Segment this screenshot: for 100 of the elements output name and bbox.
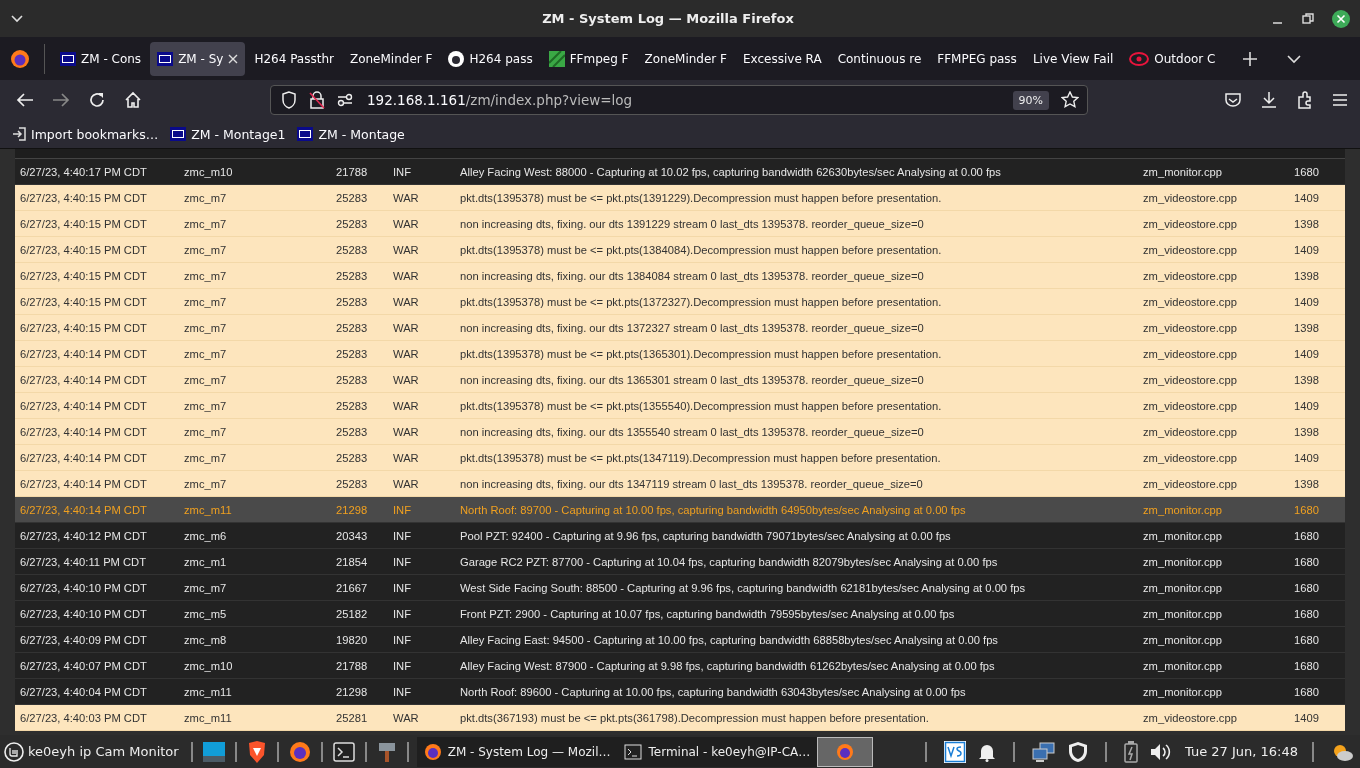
- permissions-icon[interactable]: [337, 93, 355, 107]
- component-cell-text: zmc_m8: [184, 633, 228, 646]
- browser-tab[interactable]: ZoneMinder F: [342, 41, 440, 76]
- shield-icon[interactable]: [1067, 740, 1088, 763]
- firefox-icon[interactable]: [288, 740, 311, 763]
- log-row[interactable]: 6/27/23, 4:40:14 PM CDT zmc_m7 25283 WAR pkt.dts(1395378) must be <= pkt.pts(1347119).Decompression must happen before presentation. zm_videostore.cpp 1409: [15, 445, 1345, 471]
- puzzle-icon[interactable]: [1296, 91, 1314, 109]
- terminal-icon[interactable]: [624, 743, 643, 760]
- back-icon[interactable]: [16, 92, 34, 108]
- shield-icon[interactable]: [281, 91, 297, 109]
- browser-tab[interactable]: Excessive RA: [736, 41, 829, 76]
- line-cell-text: 1680: [1294, 685, 1320, 698]
- star-icon[interactable]: [1061, 91, 1079, 109]
- file-cell-text: zm_videostore.cpp: [1143, 425, 1238, 438]
- log-row[interactable]: 6/27/23, 4:40:07 PM CDT zmc_m10 21788 INF Alley Facing West: 87900 - Capturing at 9.98 fps, capturing bandwidth 61262bytes/sec Analysing at 0.00 fps zm_monitor.cpp 1680: [15, 653, 1345, 679]
- taskbar-window-button[interactable]: ZM - System Log — Mozil…: [416, 736, 618, 767]
- zm-logo-icon[interactable]: [60, 51, 76, 66]
- browser-tab[interactable]: ZoneMinder F: [637, 41, 734, 76]
- log-row[interactable]: 6/27/23, 4:40:15 PM CDT zmc_m7 25283 WAR non increasing dts, fixing. our dts 1372327 stream 0 last_dts 1395378. reorder_queue_size=0 zm_videostore.cpp 1398: [15, 315, 1345, 341]
- browser-tab[interactable]: Continuous re: [830, 41, 929, 76]
- log-row[interactable]: 6/27/23, 4:40:12 PM CDT zmc_m6 20343 INF Pool PZT: 92400 - Capturing at 9.96 fps, capturing bandwidth 79071bytes/sec Analysing at 0.00 fps zm_monitor.cpp 1680: [15, 523, 1345, 549]
- firefox-icon[interactable]: [10, 48, 30, 69]
- browser-tab[interactable]: FFmpeg F: [541, 41, 636, 76]
- zm-logo-icon[interactable]: [170, 127, 187, 141]
- firefox-icon[interactable]: [836, 742, 855, 761]
- download-icon[interactable]: [1260, 91, 1278, 109]
- close-icon[interactable]: [1332, 9, 1350, 28]
- zm-logo-icon[interactable]: [157, 51, 174, 66]
- plus-icon[interactable]: [1242, 51, 1257, 66]
- restore-icon[interactable]: [1302, 12, 1314, 25]
- timestamp-cell-text: 6/27/23, 4:40:14 PM CDT: [19, 451, 148, 464]
- line-cell-text: 1409: [1294, 243, 1320, 256]
- pocket-icon[interactable]: [1224, 92, 1242, 108]
- start-menu-button[interactable]: ke0eyh ip Cam Monitor: [0, 741, 183, 762]
- menu-icon[interactable]: [1332, 93, 1348, 107]
- component-cell-text: zmc_m10: [184, 659, 234, 672]
- browser-tab[interactable]: Outdoor C: [1122, 41, 1223, 76]
- pid-cell-text: 25283: [336, 399, 369, 412]
- pid-cell-text: 25283: [336, 373, 369, 386]
- log-row[interactable]: 6/27/23, 4:40:09 PM CDT zmc_m8 19820 INF Alley Facing East: 94500 - Capturing at 10.00 fps, capturing bandwidth 68858bytes/sec Analysing at 0.00 fps zm_monitor.cpp 1680: [15, 627, 1345, 653]
- log-row[interactable]: 6/27/23, 4:40:14 PM CDT zmc_m11 21298 INF North Roof: 89700 - Capturing at 10.00 fps, capturing bandwidth 64950bytes/sec Analysing at 0.00 fps zm_monitor.cpp 1680: [15, 497, 1345, 523]
- chevron-down-icon[interactable]: [10, 13, 24, 24]
- browser-tab[interactable]: FFMPEG pass: [930, 41, 1024, 76]
- log-row[interactable]: 6/27/23, 4:40:10 PM CDT zmc_m7 21667 INF West Side Facing South: 88500 - Capturing at 9.96 fps, capturing bandwidth 62181bytes/sec Analysing at 0.00 fps zm_monitor.cpp 1680: [15, 575, 1345, 601]
- log-row[interactable]: 6/27/23, 4:40:15 PM CDT zmc_m7 25283 WAR pkt.dts(1395378) must be <= pkt.pts(1391229).Decompression must happen before presentation. zm_videostore.cpp 1409: [15, 185, 1345, 211]
- hammer-icon[interactable]: [376, 740, 397, 763]
- terminal-icon[interactable]: [332, 741, 355, 762]
- zm-logo-icon[interactable]: [297, 127, 314, 141]
- import-icon[interactable]: [12, 127, 26, 141]
- firefox-icon[interactable]: [423, 742, 442, 761]
- message-cell-text: Alley Facing West: 88000 - Capturing at 10.02 fps, capturing bandwidth 62630bytes/sec Analysing at 0.00 fps: [460, 165, 1002, 178]
- log-row[interactable]: 6/27/23, 4:40:04 PM CDT zmc_m11 21298 INF North Roof: 89600 - Capturing at 10.00 fps, capturing bandwidth 63043bytes/sec Analysing at 0.00 fps zm_monitor.cpp 1680: [15, 679, 1345, 705]
- taskbar-window-button[interactable]: [817, 736, 874, 767]
- browser-tab[interactable]: H264 Passthr: [247, 41, 341, 76]
- stripes-logo-icon[interactable]: [548, 50, 565, 67]
- file-cell-text: zm_videostore.cpp: [1143, 217, 1238, 230]
- log-row[interactable]: 6/27/23, 4:40:11 PM CDT zmc_m1 21854 INF Garage RC2 PZT: 87700 - Capturing at 10.04 fps, capturing bandwidth 82079bytes/sec Analysing at 0.00 fps zm_monitor.cpp 1680: [15, 549, 1345, 575]
- log-row[interactable]: 6/27/23, 4:40:15 PM CDT zmc_m7 25283 WAR non increasing dts, fixing. our dts 1384084 stream 0 last_dts 1395378. reorder_queue_size=0 zm_videostore.cpp 1398: [15, 263, 1345, 289]
- log-row[interactable]: 6/27/23, 4:40:14 PM CDT zmc_m7 25283 WAR pkt.dts(1395378) must be <= pkt.pts(1365301).Decompression must happen before presentation. zm_videostore.cpp 1409: [15, 341, 1345, 367]
- line-cell-text: 1409: [1294, 711, 1320, 724]
- file-cell-text: zm_monitor.cpp: [1143, 685, 1223, 698]
- chevron-down-icon[interactable]: [1286, 53, 1301, 64]
- forward-icon[interactable]: [52, 92, 70, 108]
- address-bar[interactable]: 192.168.1.161/zm/index.php?view=log 90%: [270, 85, 1088, 115]
- browser-tab[interactable]: Live View Fail: [1025, 41, 1121, 76]
- volume-icon[interactable]: [1149, 741, 1172, 762]
- desktop-icon[interactable]: [202, 741, 225, 762]
- log-row[interactable]: 6/27/23, 4:40:10 PM CDT zmc_m5 25182 INF Front PZT: 2900 - Capturing at 10.07 fps, capturing bandwidth 79595bytes/sec Analysing at 0.00 fps zm_monitor.cpp 1680: [15, 601, 1345, 627]
- timestamp-cell-text: 6/27/23, 4:40:07 PM CDT: [19, 659, 148, 672]
- clock-text[interactable]: Tue 27 Jun, 16:48: [1184, 744, 1298, 759]
- browser-tab[interactable]: H264 pass: [441, 41, 540, 76]
- bookmark[interactable]: ZM - Montage: [297, 126, 405, 142]
- log-row[interactable]: 6/27/23, 4:40:14 PM CDT zmc_m7 25283 WAR non increasing dts, fixing. our dts 1347119 stream 0 last_dts 1395378. reorder_queue_size=0 zm_videostore.cpp 1398: [15, 471, 1345, 497]
- zoom-level[interactable]: 90%: [1012, 90, 1049, 110]
- log-row[interactable]: 6/27/23, 4:40:17 PM CDT zmc_m10 21788 INF Alley Facing West: 88000 - Capturing at 10.02 fps, capturing bandwidth 62630bytes/sec Analysing at 0.00 fps zm_monitor.cpp 1680: [15, 159, 1345, 185]
- pid-cell-text: 25283: [336, 451, 369, 464]
- log-row[interactable]: 6/27/23, 4:40:15 PM CDT zmc_m7 25283 WAR pkt.dts(1395378) must be <= pkt.pts(1384084).Decompression must happen before presentation. zm_videostore.cpp 1409: [15, 237, 1345, 263]
- browser-tab[interactable]: ZM - Cons: [53, 41, 149, 76]
- bookmark[interactable]: Import bookmarks…: [12, 126, 159, 142]
- bookmark[interactable]: ZM - Montage1: [170, 126, 286, 142]
- taskbar-window-button[interactable]: Terminal - ke0eyh@IP-CA…: [617, 736, 818, 767]
- reload-icon[interactable]: [88, 91, 106, 109]
- close-icon[interactable]: [228, 53, 239, 64]
- pid-cell-text: 25283: [336, 243, 369, 256]
- log-row[interactable]: 6/27/23, 4:40:15 PM CDT zmc_m7 25283 WAR non increasing dts, fixing. our dts 1391229 stream 0 last_dts 1395378. reorder_queue_size=0 zm_videostore.cpp 1398: [15, 211, 1345, 237]
- file-cell-text: zm_monitor.cpp: [1143, 165, 1223, 178]
- log-row[interactable]: 6/27/23, 4:40:14 PM CDT zmc_m7 25283 WAR non increasing dts, fixing. our dts 1355540 stream 0 last_dts 1395378. reorder_queue_size=0 zm_videostore.cpp 1398: [15, 419, 1345, 445]
- eye-icon[interactable]: [1129, 51, 1150, 66]
- mint-logo-icon[interactable]: [4, 741, 24, 762]
- battery-icon[interactable]: [1123, 740, 1138, 763]
- home-icon[interactable]: [124, 91, 142, 109]
- log-row[interactable]: 6/27/23, 4:40:14 PM CDT zmc_m7 25283 WAR pkt.dts(1395378) must be <= pkt.pts(1355540).Decompression must happen before presentation. zm_videostore.cpp 1409: [15, 393, 1345, 419]
- browser-tab[interactable]: ZM - Sy: [150, 41, 246, 76]
- log-row[interactable]: 6/27/23, 4:40:14 PM CDT zmc_m7 25283 WAR non increasing dts, fixing. our dts 1365301 stream 0 last_dts 1395378. reorder_queue_size=0 zm_videostore.cpp 1398: [15, 367, 1345, 393]
- insecure-lock-icon[interactable]: [309, 91, 325, 109]
- log-row[interactable]: 6/27/23, 4:40:15 PM CDT zmc_m7 25283 WAR pkt.dts(1395378) must be <= pkt.pts(1372327).Decompression must happen before presentation. zm_videostore.cpp 1409: [15, 289, 1345, 315]
- log-row[interactable]: 6/27/23, 4:40:03 PM CDT zmc_m11 25281 WAR pkt.dts(367193) must be <= pkt.pts(361798).Decompression must happen before presentation. zm_videostore.cpp 1409: [15, 705, 1345, 731]
- network-icon[interactable]: [1031, 741, 1056, 762]
- timestamp-cell-text: 6/27/23, 4:40:14 PM CDT: [19, 399, 148, 412]
- level-cell-text: WAR: [393, 217, 420, 230]
